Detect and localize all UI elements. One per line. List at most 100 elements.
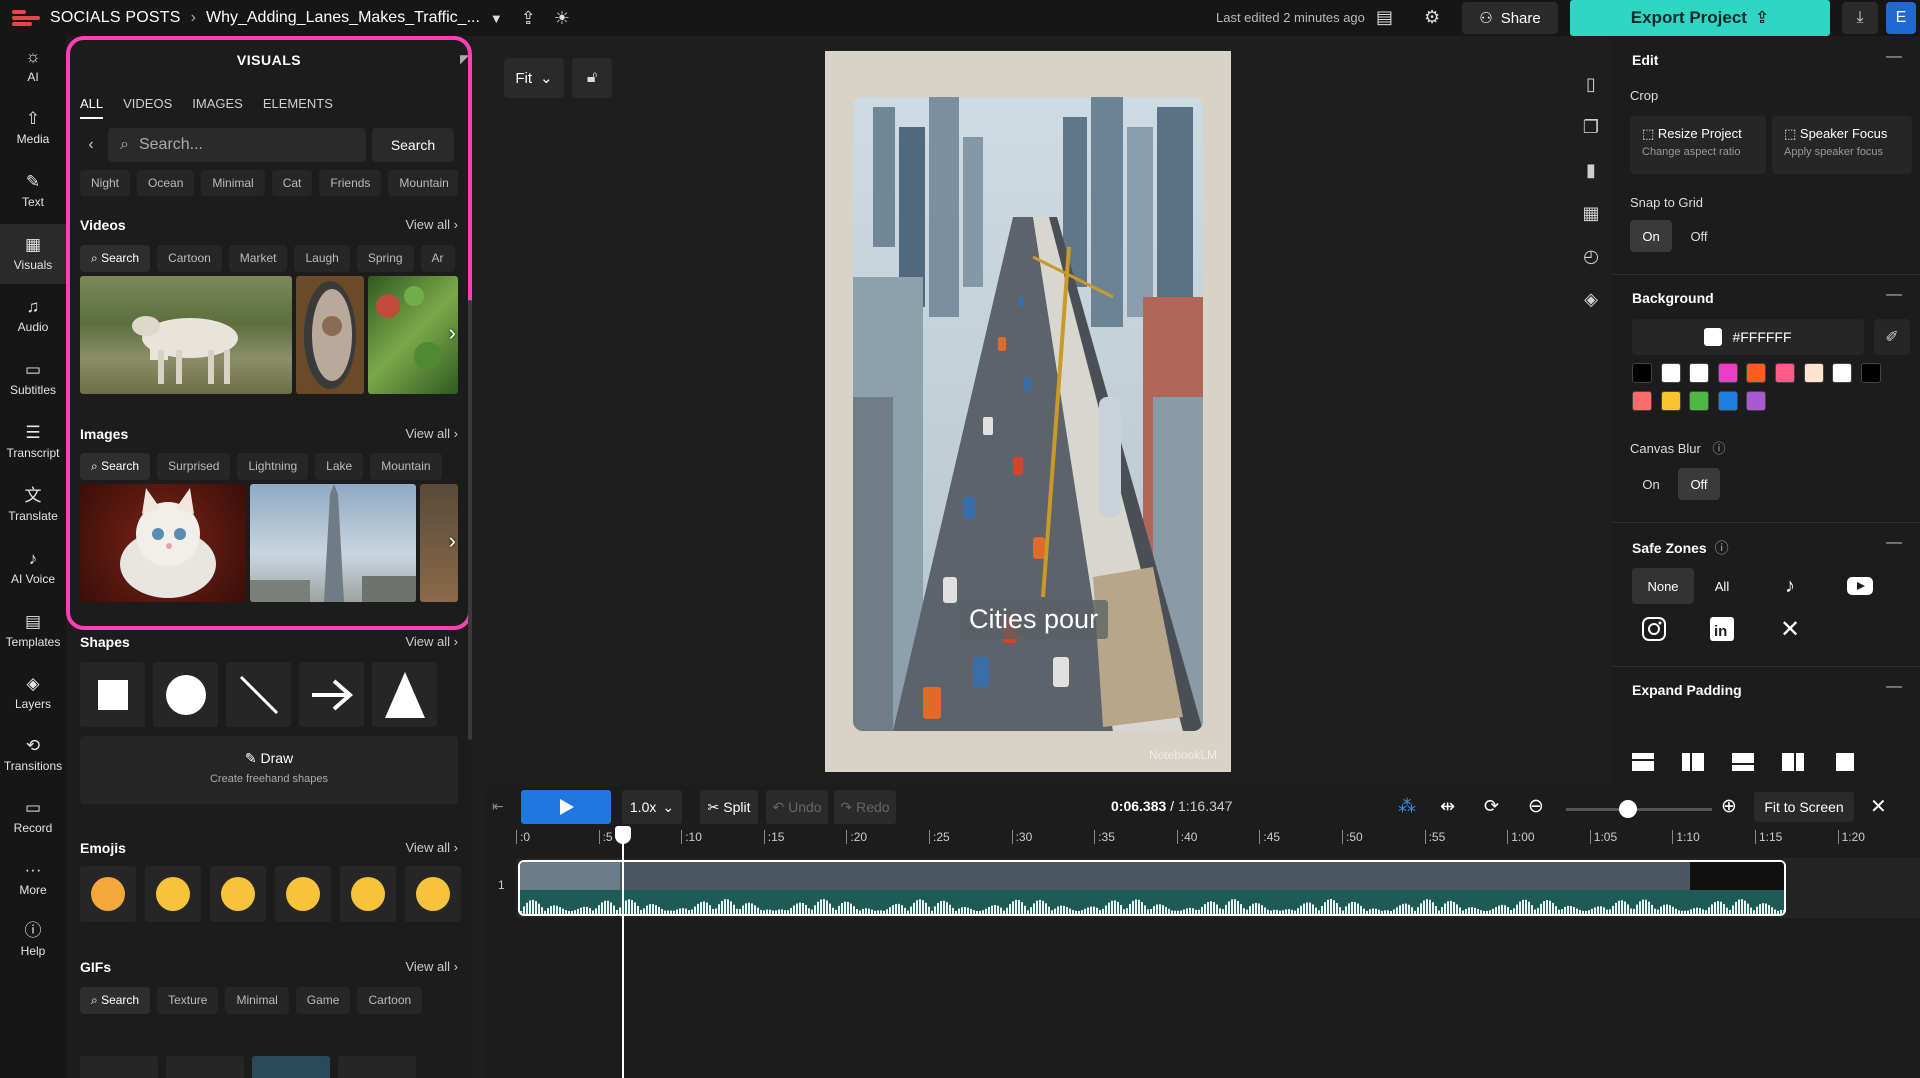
background-color-input[interactable]: #FFFFFF xyxy=(1632,319,1864,355)
video-thumb-horse[interactable] xyxy=(80,276,292,394)
gif-sparkle[interactable] xyxy=(338,1056,416,1078)
emoji-sad-icon[interactable] xyxy=(405,866,461,922)
chip-search[interactable]: ⌕ Search xyxy=(80,245,151,272)
nav-more[interactable]: ··· More xyxy=(0,849,66,909)
square-shape[interactable] xyxy=(80,662,145,727)
nav-subtitles[interactable]: ▭ Subtitles xyxy=(0,349,66,409)
color-swatch[interactable] xyxy=(1832,363,1853,383)
chip[interactable]: Minimal xyxy=(201,170,265,196)
triangle-shape[interactable] xyxy=(372,662,437,727)
redo-button[interactable]: ↷ Redo xyxy=(834,790,896,824)
panel-scrollbar[interactable] xyxy=(468,300,472,740)
color-swatch[interactable] xyxy=(1632,363,1652,383)
gear-icon[interactable]: ⚙ xyxy=(1424,7,1440,28)
search-input[interactable]: ⌕ Search... xyxy=(108,128,366,162)
image-thumb-tower[interactable] xyxy=(250,484,416,602)
resize-project-button[interactable]: ⬚ Resize Project Change aspect ratio xyxy=(1630,116,1766,174)
zoom-in-icon[interactable]: ⊕ xyxy=(1721,795,1737,818)
chip[interactable]: Cat xyxy=(271,170,313,196)
chip[interactable]: Texture xyxy=(157,987,219,1014)
back-icon[interactable]: ‹ xyxy=(80,136,102,154)
chip[interactable]: Mountain xyxy=(388,170,458,196)
tab-elements[interactable]: ELEMENTS xyxy=(263,96,333,119)
app-logo-icon[interactable] xyxy=(12,10,40,26)
page-icon[interactable]: ▯ xyxy=(1570,74,1612,117)
undo-button[interactable]: ↶ Undo xyxy=(766,790,828,824)
gif-screen[interactable] xyxy=(252,1056,330,1078)
emoji-zany-icon[interactable] xyxy=(145,866,201,922)
nav-transitions[interactable]: ⟲ Transitions xyxy=(0,725,66,785)
arrow-shape[interactable] xyxy=(299,662,364,727)
gif-swipe-up[interactable] xyxy=(80,1056,158,1078)
chevron-down-icon[interactable]: ▼ xyxy=(490,11,503,26)
chip[interactable]: Game xyxy=(295,987,351,1014)
color-swatch[interactable] xyxy=(1803,363,1824,383)
pad-bottom-icon[interactable] xyxy=(1732,753,1754,771)
loop-icon[interactable]: ⟳ xyxy=(1484,796,1499,817)
upload-icon[interactable]: ⇪ xyxy=(521,8,536,29)
safe-zone-all[interactable]: All xyxy=(1700,568,1744,604)
images-view-all[interactable]: View all › xyxy=(405,426,458,442)
gif-arrow[interactable] xyxy=(166,1056,244,1078)
chip-search[interactable]: ⌕ Search xyxy=(80,453,151,480)
nav-translate[interactable]: 文 Translate xyxy=(0,475,66,535)
blur-off-toggle[interactable]: Off xyxy=(1678,468,1720,500)
color-swatch[interactable] xyxy=(1717,391,1738,411)
nav-text[interactable]: ✎ Text xyxy=(0,161,66,221)
pad-right-icon[interactable] xyxy=(1782,753,1804,771)
video-clip[interactable] xyxy=(518,860,1786,916)
nav-transcript[interactable]: ☰ Transcript xyxy=(0,412,66,472)
time-ruler[interactable]: :0:5:10:15:20:25:30:35:40:45:50:55 1:00 1:… xyxy=(516,830,1920,854)
tab-images[interactable]: IMAGES xyxy=(192,96,243,119)
emoji-mind-blown-icon[interactable] xyxy=(80,866,136,922)
tiktok-icon[interactable]: ♪ xyxy=(1768,568,1812,604)
emojis-view-all[interactable]: View all › xyxy=(405,840,458,856)
fit-width-icon[interactable]: ⇹ xyxy=(1440,796,1455,817)
collapse-timeline-icon[interactable]: ⇤ xyxy=(492,798,504,815)
playhead[interactable] xyxy=(622,828,624,1078)
speed-dropdown[interactable]: 1.0x ⌄ xyxy=(622,790,682,824)
blur-on-toggle[interactable]: On xyxy=(1630,468,1672,500)
color-swatch[interactable] xyxy=(1860,363,1881,383)
download-button[interactable]: ⤓ xyxy=(1842,2,1878,34)
emoji-rofl-icon[interactable] xyxy=(340,866,396,922)
chip[interactable]: Laugh xyxy=(294,245,350,272)
nav-layers[interactable]: ◈ Layers xyxy=(0,663,66,723)
grid-icon[interactable]: ▦ xyxy=(1570,203,1612,246)
chip[interactable]: Friends xyxy=(319,170,382,196)
color-swatch[interactable] xyxy=(1746,363,1767,383)
color-swatch[interactable] xyxy=(1660,391,1681,411)
chip[interactable]: Ar xyxy=(420,245,455,272)
snap-off-toggle[interactable]: Off xyxy=(1678,220,1720,252)
pad-all-icon[interactable] xyxy=(1834,753,1856,771)
project-name[interactable]: Why_Adding_Lanes_Makes_Traffic_... xyxy=(206,9,480,27)
zoom-slider-handle[interactable] xyxy=(1619,800,1637,818)
color-swatch[interactable] xyxy=(1746,391,1767,411)
chip[interactable]: Cartoon xyxy=(357,987,423,1014)
nav-help[interactable]: ⓘ Help xyxy=(0,910,66,970)
pad-left-icon[interactable] xyxy=(1682,753,1704,771)
nav-ai-voice[interactable]: ♪ AI Voice xyxy=(0,538,66,598)
tab-all[interactable]: ALL xyxy=(80,96,104,119)
youtube-icon[interactable] xyxy=(1838,568,1882,604)
collapse-icon[interactable]: ◤ xyxy=(460,52,469,66)
search-button[interactable]: Search xyxy=(372,128,454,162)
collapse-safe-zones-icon[interactable]: — xyxy=(1886,534,1902,552)
video-canvas[interactable]: Cities pour NotebookLM xyxy=(825,51,1231,772)
nav-audio[interactable]: ♫ Audio xyxy=(0,286,66,346)
lightbulb-icon[interactable]: ☀ xyxy=(554,8,570,29)
x-twitter-icon[interactable]: ✕ xyxy=(1768,611,1812,647)
line-shape[interactable] xyxy=(226,662,291,727)
copy-icon[interactable]: ❐ xyxy=(1570,117,1612,160)
breadcrumb-folder[interactable]: SOCIALS POSTS xyxy=(50,9,181,27)
snap-on-toggle[interactable]: On xyxy=(1630,220,1672,252)
chevron-right-icon[interactable]: › xyxy=(449,528,456,554)
safe-zone-none[interactable]: None xyxy=(1632,568,1694,604)
split-button[interactable]: ✂ Split xyxy=(700,790,758,824)
videos-view-all[interactable]: View all › xyxy=(405,217,458,233)
speaker-focus-button[interactable]: ⬚ Speaker Focus Apply speaker focus xyxy=(1772,116,1912,174)
magnet-icon[interactable]: ⁂ xyxy=(1398,796,1416,817)
share-button[interactable]: ⚇ Share xyxy=(1462,2,1558,34)
chevron-right-icon[interactable]: › xyxy=(449,320,456,346)
color-swatch[interactable] xyxy=(1717,363,1738,383)
